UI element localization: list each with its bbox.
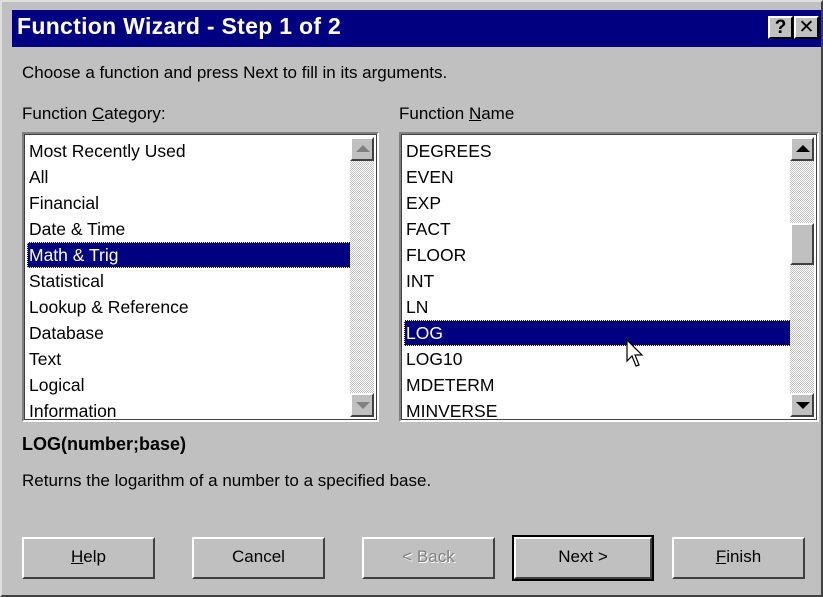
name-label-pre: Function xyxy=(399,104,469,123)
name-item[interactable]: LN xyxy=(404,294,795,320)
function-name-listbox[interactable]: DEGREES EVEN EXP FACT FLOOR INT LN LOG L… xyxy=(399,132,819,422)
category-item[interactable]: All xyxy=(27,164,355,190)
instruction-text: Choose a function and press Next to fill… xyxy=(22,63,448,82)
mouse-pointer-icon xyxy=(626,339,644,367)
name-item[interactable]: LOG10 xyxy=(404,346,795,372)
close-icon: ✕ xyxy=(798,17,815,38)
finish-rest: inish xyxy=(726,547,762,566)
name-scroll-thumb[interactable] xyxy=(790,223,814,265)
function-wizard-dialog: Function Wizard - Step 1 of 2 ? ✕ Choose… xyxy=(0,0,823,597)
function-description: Returns the logarithm of a number to a s… xyxy=(22,471,432,490)
category-item[interactable]: Text xyxy=(27,346,355,372)
name-item[interactable]: MDETERM xyxy=(404,372,795,398)
finish-button[interactable]: Finish xyxy=(672,537,805,579)
next-button[interactable]: Next > xyxy=(512,535,654,581)
close-button[interactable]: ✕ xyxy=(794,16,819,39)
category-label-pre: Function xyxy=(22,104,92,123)
name-scroll-down-button[interactable] xyxy=(790,393,814,417)
help-accel: H xyxy=(71,547,84,566)
back-button[interactable]: < Back xyxy=(362,537,495,579)
name-item[interactable]: INT xyxy=(404,268,795,294)
function-syntax: LOG(number;base) xyxy=(22,434,187,454)
function-category-listbox[interactable]: Most Recently Used All Financial Date & … xyxy=(22,132,379,422)
category-item[interactable]: Most Recently Used xyxy=(27,138,355,164)
question-mark-icon: ? xyxy=(774,17,787,38)
category-scroll-down-button[interactable] xyxy=(350,393,374,417)
arrow-up-icon xyxy=(796,145,810,152)
category-label-post: ategory: xyxy=(104,104,166,123)
arrow-down-icon xyxy=(796,402,810,409)
category-item-selected[interactable]: Math & Trig xyxy=(27,242,355,268)
function-category-label: Function Category: xyxy=(22,104,166,124)
category-scrollbar[interactable] xyxy=(350,137,374,417)
cancel-button[interactable]: Cancel xyxy=(192,537,325,579)
category-item[interactable]: Database xyxy=(27,320,355,346)
name-item[interactable]: DEGREES xyxy=(404,138,795,164)
category-item[interactable]: Lookup & Reference xyxy=(27,294,355,320)
function-name-label: Function Name xyxy=(399,104,514,124)
name-item[interactable]: EVEN xyxy=(404,164,795,190)
name-item[interactable]: MINVERSE xyxy=(404,398,795,420)
name-item-selected[interactable]: LOG xyxy=(404,320,795,346)
category-item[interactable]: Logical xyxy=(27,372,355,398)
window-title: Function Wizard - Step 1 of 2 xyxy=(17,13,342,39)
name-label-accel: N xyxy=(468,104,482,123)
name-scroll-up-button[interactable] xyxy=(790,137,814,161)
category-scroll-up-button[interactable] xyxy=(350,137,374,161)
help-rest: elp xyxy=(83,547,106,566)
category-items: Most Recently Used All Financial Date & … xyxy=(27,138,355,420)
category-item[interactable]: Date & Time xyxy=(27,216,355,242)
category-label-accel: C xyxy=(91,104,105,123)
arrow-up-icon xyxy=(356,145,370,152)
help-button[interactable]: Help xyxy=(22,537,155,579)
name-item[interactable]: FLOOR xyxy=(404,242,795,268)
name-item[interactable]: EXP xyxy=(404,190,795,216)
name-items: DEGREES EVEN EXP FACT FLOOR INT LN LOG L… xyxy=(404,138,795,420)
category-item[interactable]: Information xyxy=(27,398,355,420)
name-item[interactable]: FACT xyxy=(404,216,795,242)
finish-accel: F xyxy=(715,547,727,566)
title-bar[interactable]: Function Wizard - Step 1 of 2 ? ✕ xyxy=(12,10,821,47)
help-question-button[interactable]: ? xyxy=(768,16,793,39)
name-label-post: ame xyxy=(481,104,515,123)
name-scrollbar[interactable] xyxy=(790,137,814,417)
category-item[interactable]: Financial xyxy=(27,190,355,216)
category-item[interactable]: Statistical xyxy=(27,268,355,294)
arrow-down-icon xyxy=(356,402,370,409)
